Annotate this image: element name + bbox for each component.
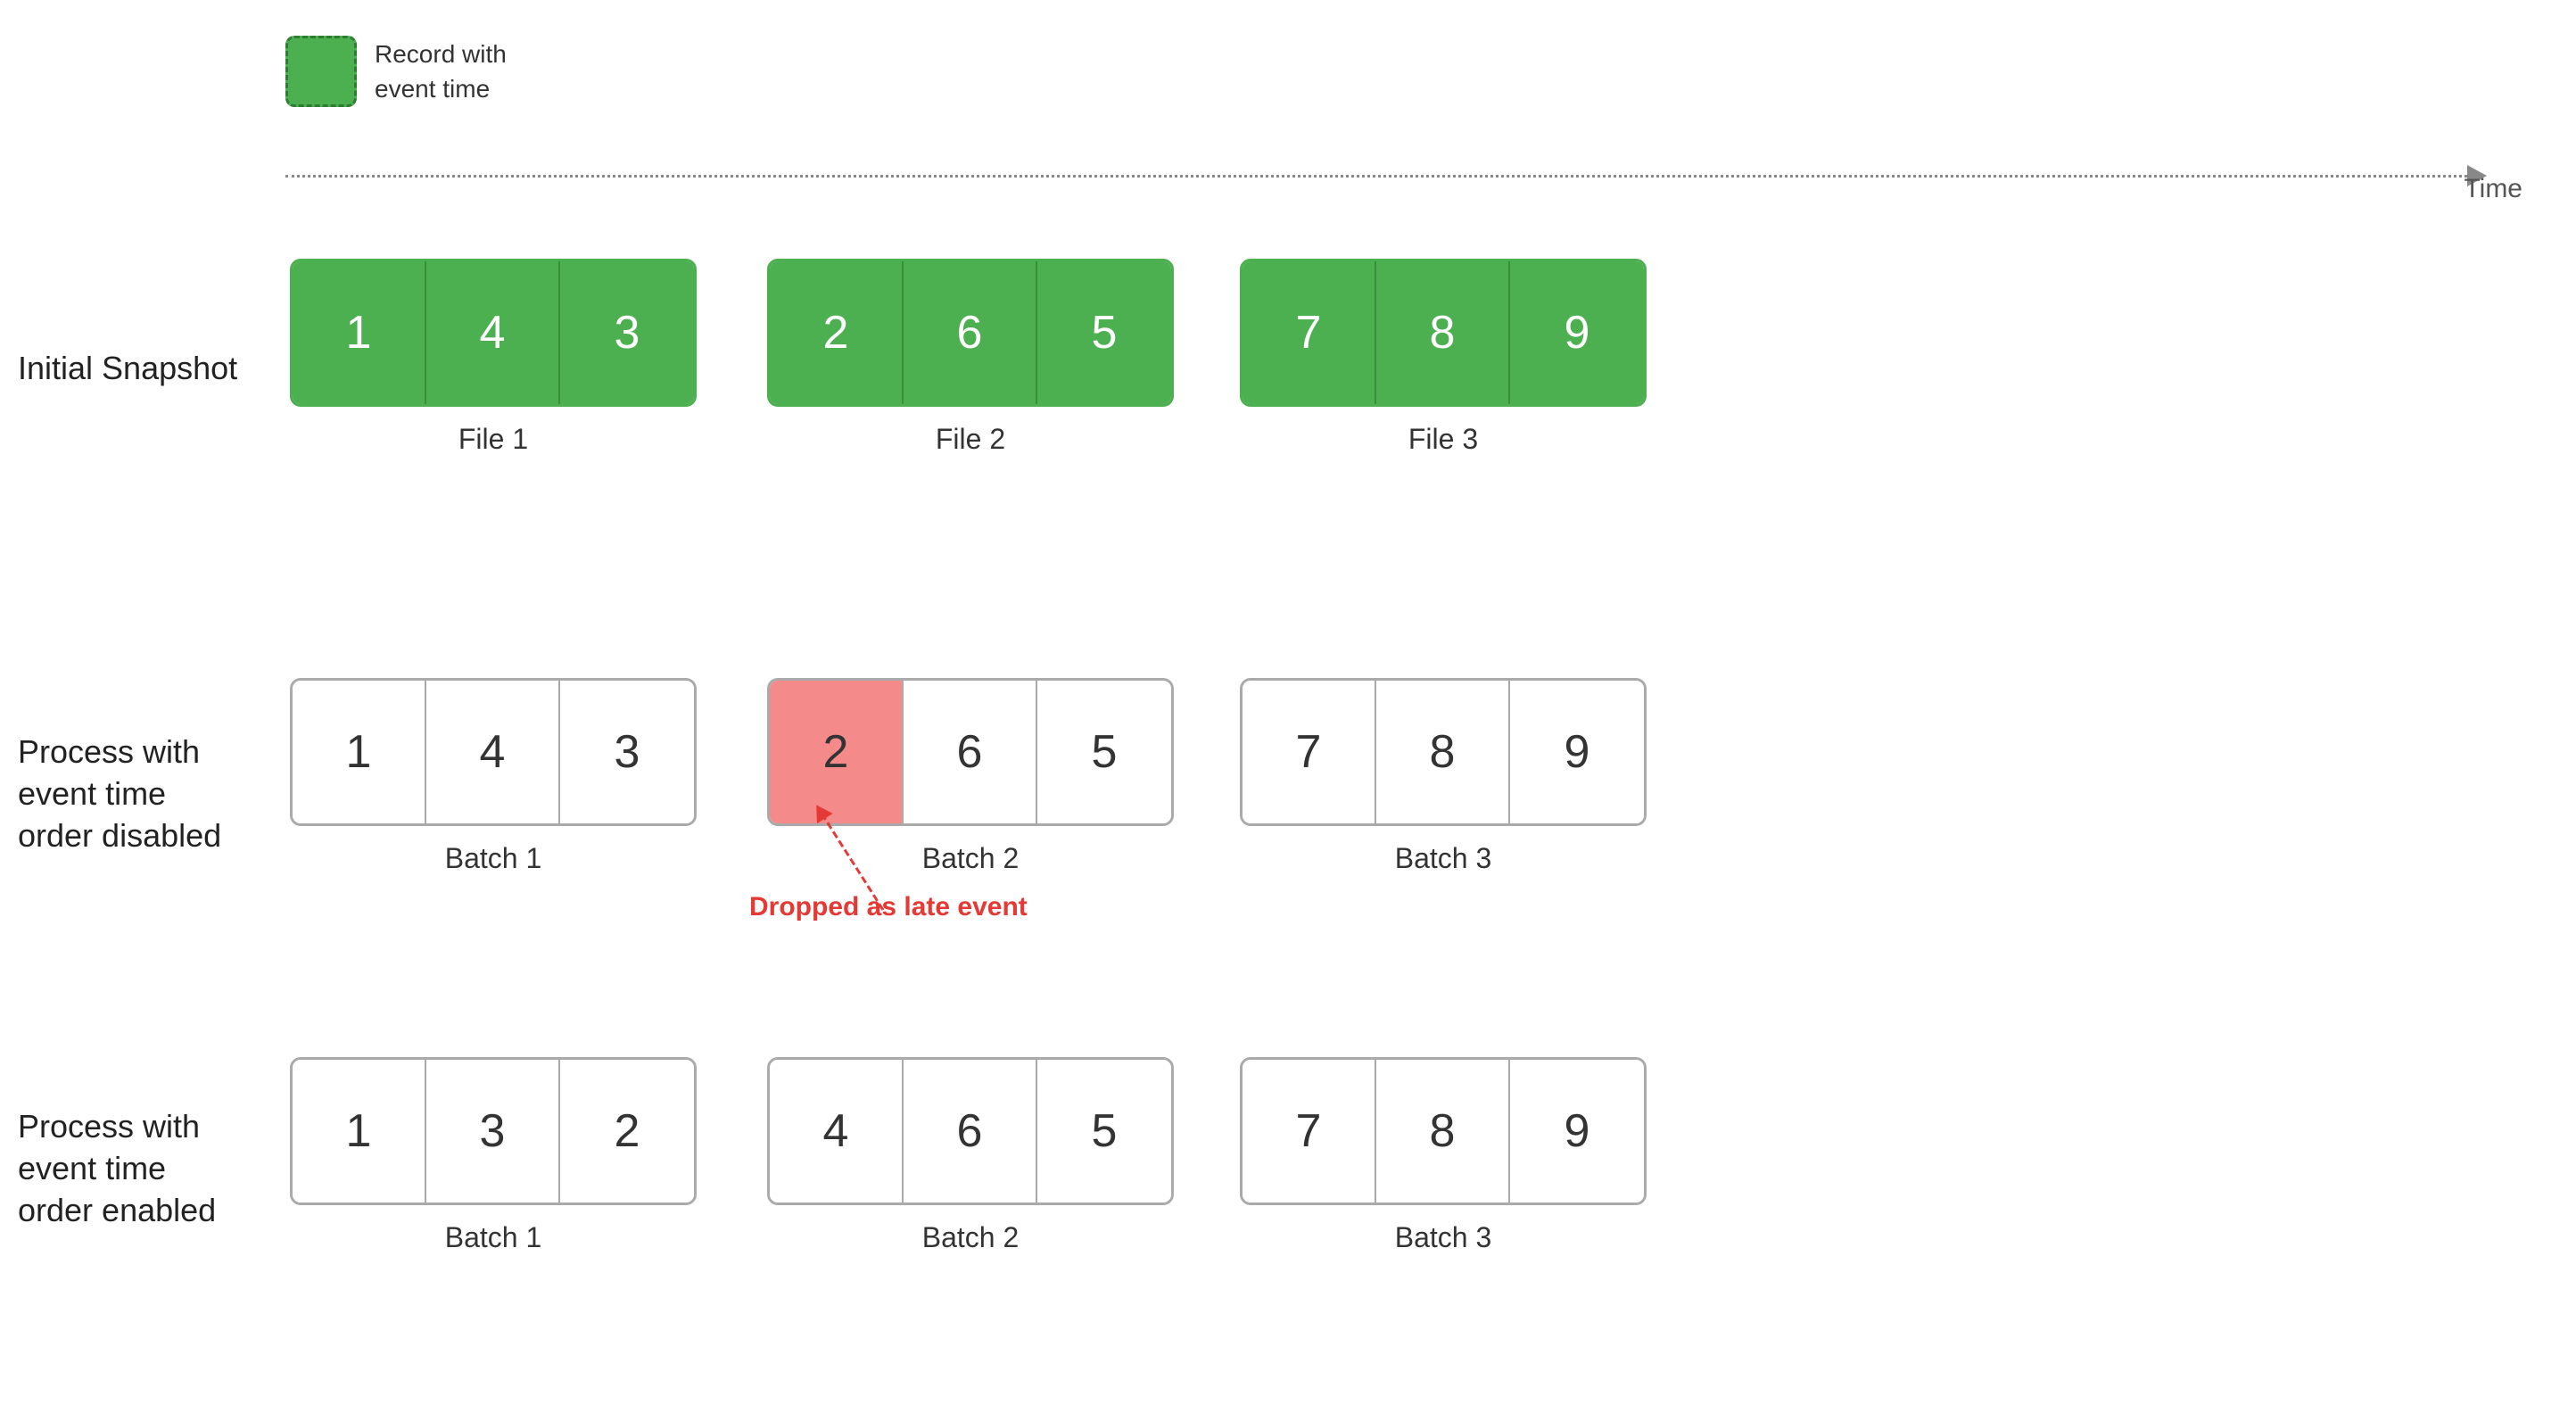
file3-label: File 3 (1408, 423, 1478, 456)
file3-record-2: 8 (1376, 261, 1510, 404)
file1-record-3: 3 (560, 261, 694, 404)
enabled-batch3-record-2: 8 (1376, 1060, 1510, 1203)
time-line (285, 175, 2467, 178)
legend-line2: event time (375, 75, 490, 103)
enabled-batch3-group: 7 8 9 Batch 3 (1240, 1057, 1647, 1254)
disabled-label: Process with event timeorder disabled (18, 731, 285, 856)
legend-text: Record with event time (375, 37, 507, 106)
initial-snapshot-label: Initial Snapshot (18, 348, 268, 390)
enabled-batch1-record-3: 2 (560, 1060, 694, 1203)
enabled-batch1-record-1: 1 (293, 1060, 426, 1203)
disabled-batch1-label: Batch 1 (445, 842, 542, 875)
enabled-batch3-record-3: 9 (1510, 1060, 1644, 1203)
enabled-batch1-records: 1 3 2 (290, 1057, 697, 1205)
file2-label: File 2 (936, 423, 1005, 456)
time-arrow-container (285, 165, 2487, 186)
file1-record-2: 4 (426, 261, 560, 404)
time-label: Time (2464, 174, 2522, 204)
enabled-batch2-records: 4 6 5 (767, 1057, 1174, 1205)
enabled-batch2-label: Batch 2 (922, 1221, 1020, 1254)
file1-group: 1 4 3 File 1 (290, 259, 697, 456)
disabled-batch3-record-2: 8 (1376, 681, 1510, 823)
enabled-batch2-record-3: 5 (1037, 1060, 1171, 1203)
disabled-batch2-record-3: 5 (1037, 681, 1171, 823)
file3-record-3: 9 (1510, 261, 1644, 404)
disabled-batch3-group: 7 8 9 Batch 3 (1240, 678, 1647, 875)
file3-group: 7 8 9 File 3 (1240, 259, 1647, 456)
file1-records: 1 4 3 (290, 259, 697, 407)
file2-record-3: 5 (1037, 261, 1171, 404)
enabled-batch1-group: 1 3 2 Batch 1 (290, 1057, 697, 1254)
disabled-batch1-group: 1 4 3 Batch 1 (290, 678, 697, 875)
disabled-batch1-record-3: 3 (560, 681, 694, 823)
enabled-batch1-record-2: 3 (426, 1060, 560, 1203)
enabled-batch1-label: Batch 1 (445, 1221, 542, 1254)
enabled-batch2-record-1: 4 (770, 1060, 904, 1203)
file1-label: File 1 (458, 423, 528, 456)
disabled-batch1-record-2: 4 (426, 681, 560, 823)
file1-record-1: 1 (293, 261, 426, 404)
enabled-label: Process with event timeorder enabled (18, 1106, 285, 1231)
enabled-batch3-records: 7 8 9 (1240, 1057, 1647, 1205)
disabled-batch1-record-1: 1 (293, 681, 426, 823)
file3-records: 7 8 9 (1240, 259, 1647, 407)
file2-record-1: 2 (770, 261, 904, 404)
disabled-batch3-label: Batch 3 (1395, 842, 1492, 875)
enabled-batch3-record-1: 7 (1243, 1060, 1376, 1203)
diagram: Record with event time Time Initial Snap… (0, 0, 2576, 1405)
file2-record-2: 6 (904, 261, 1037, 404)
legend: Record with event time (285, 36, 507, 107)
enabled-batch2-record-2: 6 (904, 1060, 1037, 1203)
legend-box (285, 36, 357, 107)
disabled-batch3-record-3: 9 (1510, 681, 1644, 823)
enabled-batch3-label: Batch 3 (1395, 1221, 1492, 1254)
disabled-batch1-records: 1 4 3 (290, 678, 697, 826)
file3-record-1: 7 (1243, 261, 1376, 404)
dropped-label: Dropped as late event (749, 892, 1028, 922)
disabled-batch3-record-1: 7 (1243, 681, 1376, 823)
disabled-batch3-records: 7 8 9 (1240, 678, 1647, 826)
file2-records: 2 6 5 (767, 259, 1174, 407)
enabled-batch2-group: 4 6 5 Batch 2 (767, 1057, 1174, 1254)
legend-line1: Record with (375, 40, 507, 68)
file2-group: 2 6 5 File 2 (767, 259, 1174, 456)
